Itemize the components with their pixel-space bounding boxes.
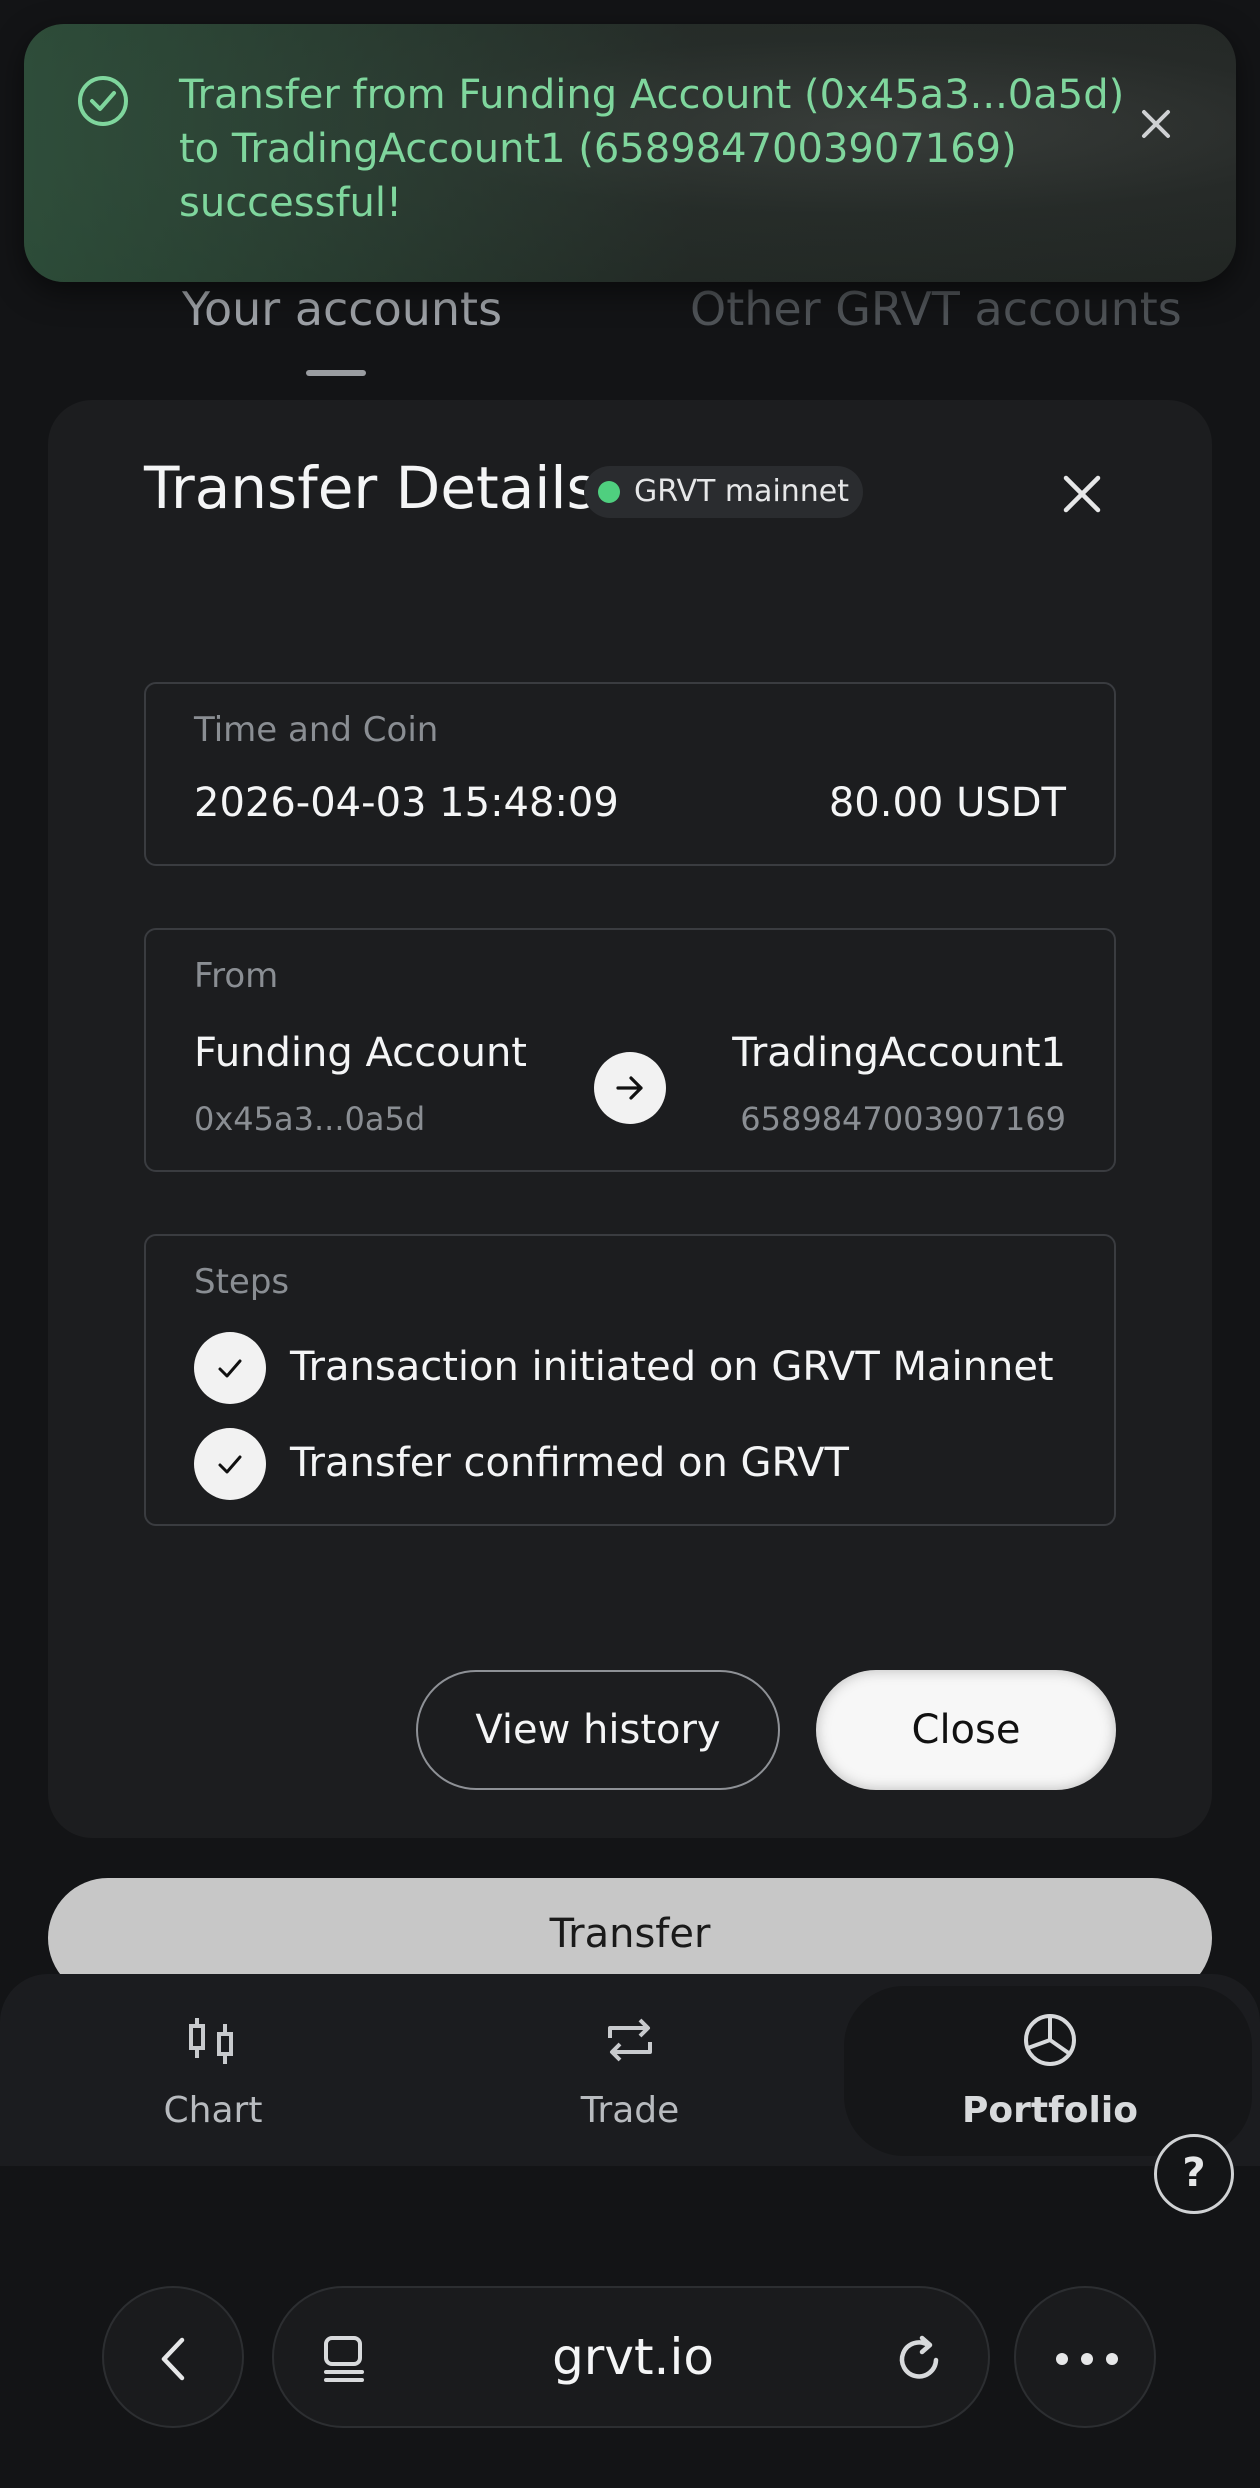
more-dots-icon (1056, 2353, 1118, 2365)
url-text: grvt.io (552, 2328, 714, 2386)
close-icon[interactable] (1132, 100, 1180, 148)
transfer-amount: 80.00 USDT (828, 780, 1066, 826)
arrow-right-icon (594, 1052, 666, 1124)
candlestick-chart-icon (189, 2018, 233, 2064)
swap-arrows-icon (608, 2018, 652, 2062)
to-account-name: TradingAccount1 (732, 1030, 1066, 1076)
step-text: Transaction initiated on GRVT Mainnet (290, 1344, 1054, 1390)
nav-label: Trade (580, 2090, 680, 2131)
address-bar[interactable]: grvt.io (272, 2286, 990, 2428)
help-button[interactable]: ? (1154, 2134, 1234, 2214)
pie-chart-icon (1024, 2014, 1076, 2066)
tab-your-accounts[interactable]: Your accounts (182, 282, 502, 336)
toast-message: Transfer from Funding Account (0x45a3...… (179, 72, 1125, 226)
steps-label: Steps (194, 1262, 290, 1302)
check-circle-icon (78, 76, 128, 126)
back-button[interactable] (102, 2286, 244, 2428)
close-icon[interactable] (1056, 468, 1108, 520)
network-status-dot (598, 481, 620, 503)
more-options-button[interactable] (1014, 2286, 1156, 2428)
view-history-button[interactable]: View history (416, 1670, 780, 1790)
success-toast: Transfer from Funding Account (0x45a3...… (24, 24, 1236, 282)
nav-label: Chart (163, 2090, 263, 2131)
active-tab-indicator (306, 370, 366, 376)
transfer-details-modal: Transfer Details GRVT mainnet Time and C… (48, 400, 1212, 1838)
reload-icon[interactable] (892, 2332, 946, 2386)
time-coin-card: Time and Coin 2026-04-03 15:48:09 80.00 … (144, 682, 1116, 866)
tab-other-accounts[interactable]: Other GRVT accounts (690, 282, 1182, 336)
bottom-nav: Chart Trade Portfolio (0, 1974, 1260, 2166)
transfer-time: 2026-04-03 15:48:09 (194, 780, 619, 826)
network-badge-label: GRVT mainnet (634, 474, 850, 509)
step-item: Transfer confirmed on GRVT (194, 1428, 1054, 1500)
close-button[interactable]: Close (816, 1670, 1116, 1790)
checkmark-icon (194, 1332, 266, 1404)
from-label: From (194, 956, 279, 996)
from-to-card: From Funding Account 0x45a3...0a5d Tradi… (144, 928, 1116, 1172)
nav-label: Portfolio (962, 2090, 1138, 2131)
nav-item-chart[interactable]: Chart (3, 1974, 423, 2166)
modal-title: Transfer Details (144, 454, 597, 522)
to-account-id: 6589847003907169 (740, 1100, 1066, 1138)
step-text: Transfer confirmed on GRVT (290, 1440, 849, 1486)
steps-card: Steps Transaction initiated on GRVT Main… (144, 1234, 1116, 1526)
checkmark-icon (194, 1428, 266, 1500)
chevron-left-icon (161, 2337, 185, 2381)
from-account-name: Funding Account (194, 1030, 527, 1076)
nav-item-trade[interactable]: Trade (420, 1974, 840, 2166)
step-item: Transaction initiated on GRVT Mainnet (194, 1332, 1054, 1404)
time-coin-label: Time and Coin (194, 710, 439, 750)
from-account-address: 0x45a3...0a5d (194, 1100, 426, 1138)
network-badge: GRVT mainnet (584, 466, 864, 518)
